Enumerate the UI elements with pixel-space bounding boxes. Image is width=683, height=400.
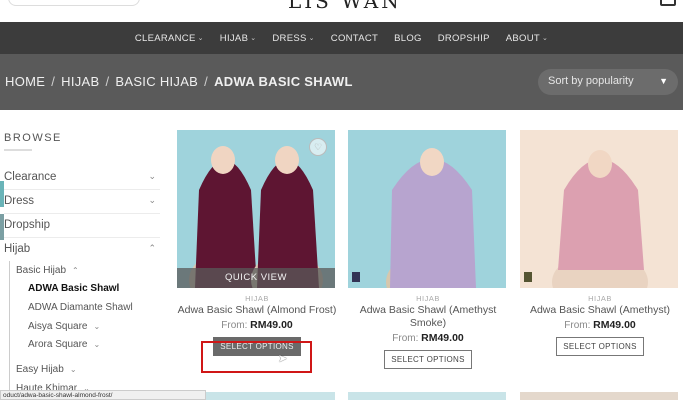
nav-item-dropship[interactable]: DROPSHIP — [438, 33, 490, 44]
product-category: HIJAB — [416, 294, 440, 303]
divider — [4, 149, 32, 151]
product-card[interactable]: HIJAB Adwa Basic Shawl (Amethyst) From: … — [520, 130, 680, 356]
divider — [4, 237, 160, 238]
sidebar-item-label: Dress — [4, 195, 35, 207]
decor-strip — [0, 214, 4, 240]
chevron-down-icon[interactable]: ⌄ — [93, 340, 100, 349]
sidebar-item-label: Dropship — [4, 219, 51, 231]
tree-line — [9, 261, 10, 397]
chevron-down-icon[interactable]: ⌄ — [93, 322, 100, 331]
sidebar-item-dropship[interactable]: Dropship — [4, 219, 160, 231]
nav-item-hijab[interactable]: HIJAB ⌄ — [220, 33, 257, 44]
product-card[interactable]: HIJAB Adwa Basic Shawl (Amethyst Smoke) … — [348, 130, 508, 369]
sidebar-item-label: Clearance — [4, 171, 57, 183]
breadcrumb-separator: / — [105, 74, 110, 89]
chevron-up-icon[interactable]: ⌃ — [148, 243, 156, 254]
product-image[interactable] — [520, 392, 678, 400]
select-options-button[interactable]: SELECT OPTIONS — [556, 337, 644, 356]
site-logo[interactable]: LIS WAN — [288, 0, 402, 13]
page-title: ADWA BASIC SHAWL — [214, 74, 353, 89]
select-options-button[interactable]: SELECT OPTIONS — [384, 350, 472, 369]
breadcrumb-separator: / — [204, 74, 209, 89]
product-category: HIJAB — [588, 294, 612, 303]
product-price: From: RM49.00 — [564, 319, 636, 331]
product-name[interactable]: Adwa Basic Shawl (Amethyst) — [520, 304, 680, 317]
sidebar-item-basic-hijab[interactable]: Basic Hijab ⌃ — [16, 265, 79, 276]
product-category: HIJAB — [245, 294, 269, 303]
cart-icon[interactable] — [660, 0, 676, 6]
dropdown-caret-icon: ▼ — [659, 76, 668, 86]
chevron-down-icon: ⌄ — [250, 35, 257, 42]
breadcrumb-hijab[interactable]: HIJAB — [61, 74, 99, 89]
chevron-down-icon: ⌄ — [308, 35, 315, 42]
heart-icon[interactable]: ♡ — [309, 138, 327, 156]
chevron-down-icon[interactable]: ⌄ — [70, 365, 77, 374]
product-name[interactable]: Adwa Basic Shawl (Almond Frost) — [177, 304, 337, 317]
status-url: oduct/adwa-basic-shawl-almond-frost/ — [0, 390, 206, 400]
chevron-up-icon[interactable]: ⌃ — [72, 266, 79, 275]
sidebar-item-dress[interactable]: Dress ⌄ — [4, 195, 160, 207]
main-nav: CLEARANCE ⌄ HIJAB ⌄ DRESS ⌄ CONTACT BLOG DR… — [0, 22, 683, 54]
chevron-down-icon[interactable]: ⌄ — [148, 195, 156, 206]
title-band: HOME / HIJAB / BASIC HIJAB / ADWA BASIC … — [0, 54, 683, 110]
product-price: From: RM49.00 — [392, 332, 464, 344]
top-header: LIS WAN — [0, 0, 683, 22]
nav-item-blog[interactable]: BLOG — [394, 33, 422, 44]
product-image[interactable] — [520, 130, 678, 288]
category-sidebar: BROWSE Clearance ⌄ Dress ⌄ Dropship Hija… — [0, 110, 168, 400]
breadcrumb-basic-hijab[interactable]: BASIC HIJAB — [115, 74, 198, 89]
sidebar-item-easy-hijab[interactable]: Easy Hijab ⌄ — [16, 364, 77, 375]
sidebar-item-label: Hijab — [4, 243, 31, 255]
sidebar-item-hijab[interactable]: Hijab ⌃ — [4, 243, 160, 255]
sidebar-item-adwa-basic-shawl[interactable]: ADWA Basic Shawl — [28, 283, 119, 294]
product-image[interactable]: ♡ QUICK VIEW — [177, 130, 335, 288]
breadcrumb-separator: / — [51, 74, 56, 89]
sidebar-heading: BROWSE — [4, 132, 62, 144]
product-name[interactable]: Adwa Basic Shawl (Amethyst Smoke) — [348, 304, 508, 330]
nav-item-clearance[interactable]: CLEARANCE ⌄ — [135, 33, 204, 44]
chevron-down-icon: ⌄ — [197, 35, 204, 42]
sidebar-item-clearance[interactable]: Clearance ⌄ — [4, 171, 160, 183]
highlight-box — [201, 341, 312, 373]
divider — [4, 213, 160, 214]
sort-select[interactable]: Sort by popularity ▼ — [538, 69, 678, 95]
breadcrumb: HOME / HIJAB / BASIC HIJAB / ADWA BASIC … — [5, 74, 353, 89]
product-card[interactable]: ♡ QUICK VIEW HIJAB Adwa Basic Shawl (Alm… — [177, 130, 337, 356]
breadcrumb-home[interactable]: HOME — [5, 74, 45, 89]
sidebar-item-aisya-square[interactable]: Aisya Square ⌄ — [28, 321, 100, 332]
chevron-down-icon: ⌄ — [541, 35, 549, 42]
product-image[interactable] — [348, 130, 506, 288]
divider — [4, 189, 160, 190]
sidebar-item-adwa-diamante-shawl[interactable]: ADWA Diamante Shawl — [28, 302, 133, 313]
nav-item-about[interactable]: ABOUT ⌄ — [506, 33, 548, 44]
nav-item-dress[interactable]: DRESS ⌄ — [272, 33, 314, 44]
quick-view-button[interactable]: QUICK VIEW — [177, 268, 335, 288]
pointer-cursor-icon: ➤ — [278, 353, 288, 365]
decor-strip — [0, 181, 4, 207]
sort-select-value: Sort by popularity — [548, 75, 634, 87]
sidebar-item-arora-square[interactable]: Arora Square ⌄ — [28, 339, 100, 350]
chevron-down-icon[interactable]: ⌄ — [148, 171, 156, 182]
nav-item-contact[interactable]: CONTACT — [331, 33, 378, 44]
search-input[interactable] — [8, 0, 140, 6]
product-price: From: RM49.00 — [221, 319, 293, 331]
product-image[interactable] — [348, 392, 506, 400]
